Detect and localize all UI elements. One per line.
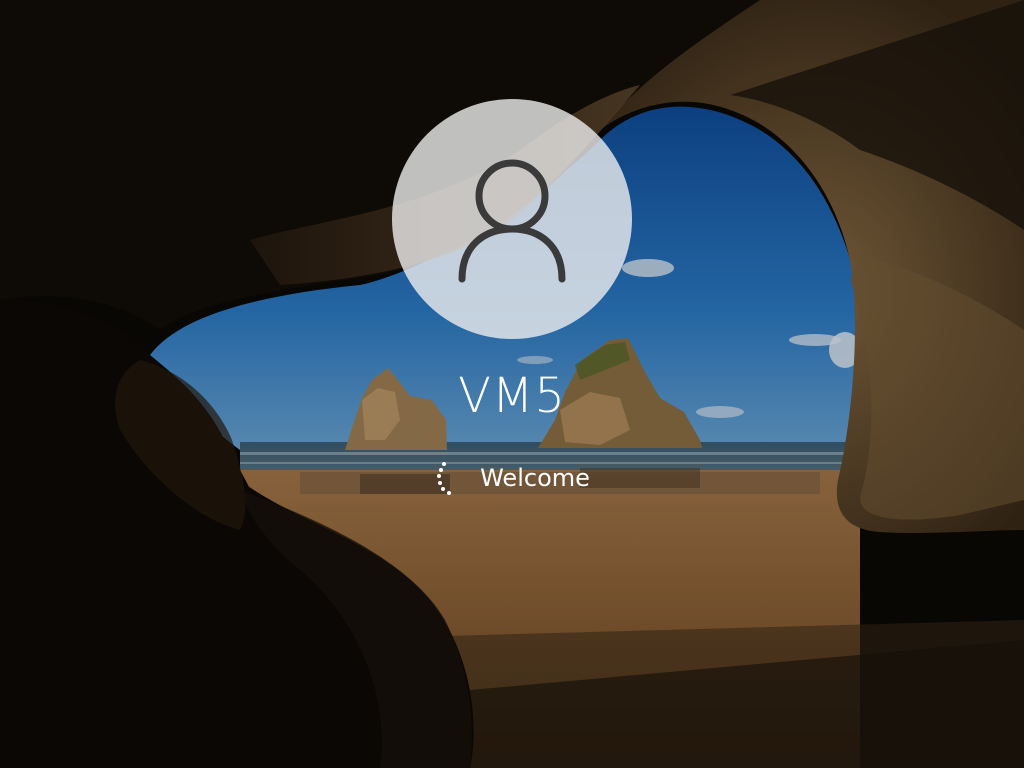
welcome-text: Welcome — [480, 464, 590, 492]
sign-in-status: Welcome — [0, 460, 1024, 496]
lock-screen: VM5 Welcome — [0, 0, 1024, 768]
user-icon — [458, 159, 566, 283]
user-avatar — [392, 99, 632, 339]
loading-spinner-icon — [437, 462, 452, 495]
account-username: VM5 — [458, 368, 566, 424]
